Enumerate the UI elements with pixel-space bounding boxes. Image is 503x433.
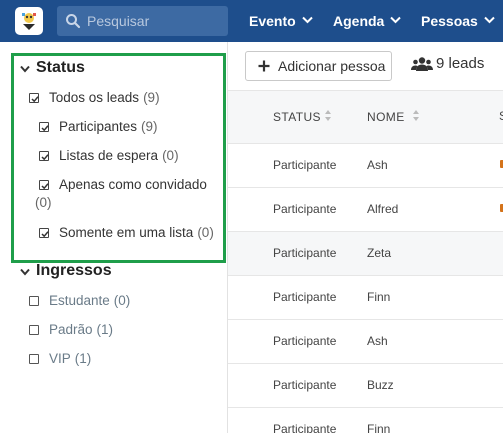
filter-count: (1) (96, 322, 114, 337)
row-name[interactable]: Ash (367, 158, 388, 172)
filter-apenas-como-convidado[interactable]: Apenas como convidado (59, 177, 207, 192)
filter-estudante[interactable]: Estudante (0) (49, 293, 130, 308)
filter-count: (1) (74, 351, 92, 366)
search-icon (66, 14, 81, 29)
table-row[interactable]: Participante Ash (228, 320, 503, 364)
checkbox-vip[interactable] (29, 354, 39, 364)
filter-label: Todos os leads (49, 90, 140, 105)
filter-count: (0) (113, 293, 131, 308)
row-name[interactable]: Finn (367, 422, 390, 433)
filter-label: Listas de espera (59, 148, 159, 163)
filter-todos-os-leads[interactable]: Todos os leads (9) (49, 90, 160, 105)
filter-count: (0) (162, 148, 179, 163)
checkbox-somente-em-uma-lista[interactable] (39, 228, 49, 238)
filter-label: Participantes (59, 119, 138, 134)
nav-evento-label: Evento (249, 13, 296, 29)
checkbox-participantes[interactable] (39, 122, 49, 132)
sort-icon[interactable] (324, 109, 332, 122)
filter-count: (9) (143, 90, 160, 105)
filter-vip[interactable]: VIP (1) (49, 351, 91, 366)
leads-count-label: 9 leads (436, 55, 485, 72)
ingressos-section-title[interactable]: Ingressos (36, 262, 112, 280)
sort-icon[interactable] (412, 109, 420, 122)
filter-label: Somente em uma lista (59, 225, 194, 240)
row-name[interactable]: Ash (367, 334, 388, 348)
row-status: Participante (273, 290, 337, 304)
chevron-down-icon[interactable] (20, 65, 30, 73)
nav-pessoas-label: Pessoas (421, 13, 478, 29)
checkbox-estudante[interactable] (29, 296, 39, 306)
top-bar: Evento Agenda Pessoas (0, 0, 503, 42)
status-section-title[interactable]: Status (36, 59, 85, 77)
table-row[interactable]: Participante Ash (228, 144, 503, 188)
table-row[interactable]: Participante Finn (228, 408, 503, 433)
search-box[interactable] (57, 6, 228, 36)
checkbox-listas-de-espera[interactable] (39, 151, 49, 161)
filter-participantes[interactable]: Participantes (9) (59, 119, 158, 134)
add-person-button[interactable]: Adicionar pessoa (245, 51, 392, 81)
row-status: Participante (273, 158, 337, 172)
row-name[interactable]: Zeta (367, 246, 391, 260)
row-status: Participante (273, 378, 337, 392)
table-header: STATUS NOME S (228, 90, 503, 144)
app-logo[interactable] (15, 7, 43, 35)
filter-listas-de-espera[interactable]: Listas de espera (0) (59, 148, 179, 163)
checkbox-padrao[interactable] (29, 325, 39, 335)
column-partial[interactable]: S (499, 109, 503, 123)
filter-count: (0) (197, 225, 214, 240)
column-status[interactable]: STATUS (273, 110, 321, 124)
table-row[interactable]: Participante Buzz (228, 364, 503, 408)
filter-count: (9) (141, 119, 158, 134)
table-row[interactable]: Participante Zeta (228, 232, 503, 276)
row-status: Participante (273, 334, 337, 348)
filter-somente-em-uma-lista[interactable]: Somente em uma lista (0) (59, 225, 214, 240)
table-row[interactable]: Participante Finn (228, 276, 503, 320)
filter-apenas-como-convidado-count: (0) (35, 195, 52, 210)
row-status: Participante (273, 246, 337, 260)
row-status: Participante (273, 422, 337, 433)
filter-label: Apenas como convidado (59, 177, 207, 192)
users-icon (411, 57, 433, 71)
nav-pessoas[interactable]: Pessoas (421, 0, 495, 42)
filter-label: VIP (49, 351, 71, 366)
chevron-down-icon[interactable] (20, 268, 30, 276)
nav-agenda[interactable]: Agenda (333, 0, 402, 42)
nav-agenda-label: Agenda (333, 13, 385, 29)
search-input[interactable] (87, 6, 225, 36)
filter-count: (0) (35, 195, 52, 210)
nav-evento[interactable]: Evento (249, 0, 313, 42)
checkbox-apenas-como-convidado[interactable] (39, 180, 49, 190)
filter-label: Padrão (49, 322, 93, 337)
row-name[interactable]: Alfred (367, 202, 398, 216)
chevron-down-icon (390, 17, 402, 24)
leads-table: STATUS NOME S Participante Ash Participa… (228, 90, 503, 433)
row-status: Participante (273, 202, 337, 216)
add-person-label: Adicionar pessoa (278, 58, 386, 74)
row-name[interactable]: Buzz (367, 378, 394, 392)
row-name[interactable]: Finn (367, 290, 390, 304)
chevron-down-icon (484, 17, 495, 24)
checkbox-todos-os-leads[interactable] (29, 93, 39, 103)
filter-label: Estudante (49, 293, 110, 308)
action-bar: Adicionar pessoa 9 leads (228, 42, 503, 90)
filter-padrao[interactable]: Padrão (1) (49, 322, 113, 337)
plus-icon (258, 60, 270, 72)
column-nome[interactable]: NOME (367, 110, 405, 124)
chevron-down-icon (301, 17, 313, 24)
table-row[interactable]: Participante Alfred (228, 188, 503, 232)
